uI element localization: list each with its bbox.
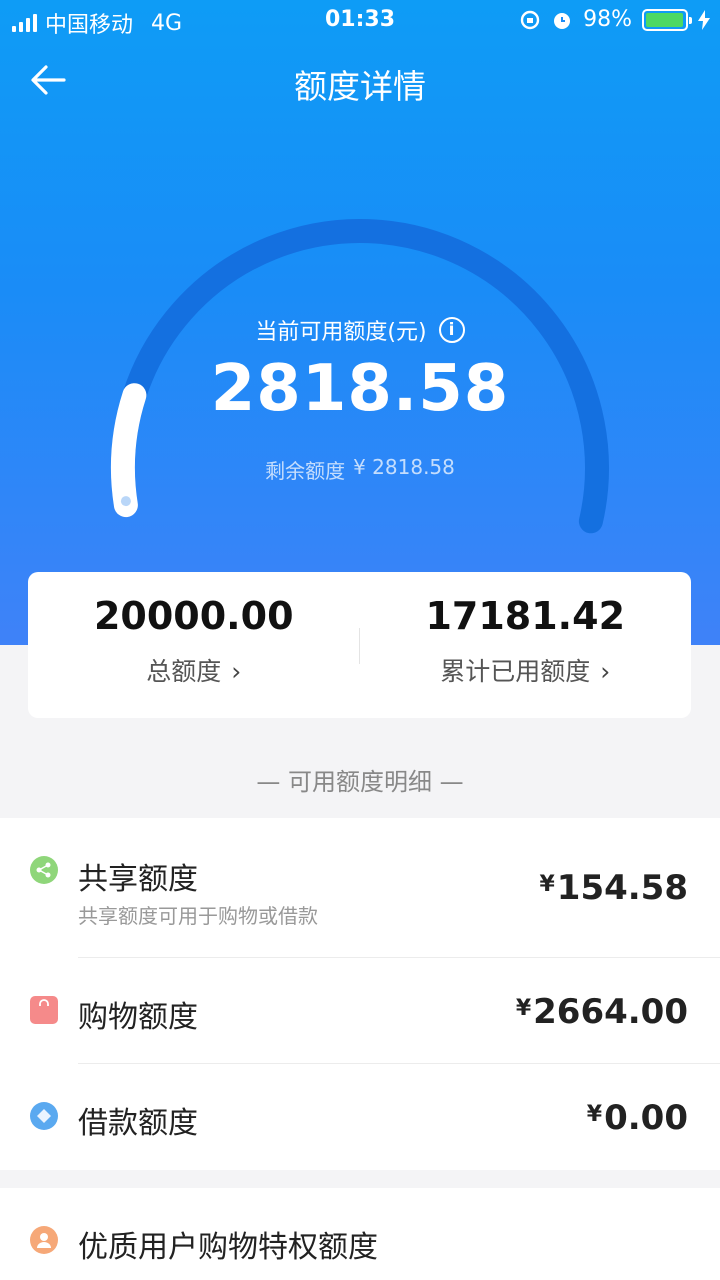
- loan-credit-value: 0.00: [604, 1098, 688, 1138]
- shopping-credit-amount: ¥2664.00: [516, 992, 688, 1032]
- shopping-bag-icon: [30, 996, 58, 1024]
- chevron-right-icon: ›: [600, 657, 611, 686]
- shopping-credit-value: 2664.00: [533, 992, 688, 1032]
- shopping-credit-name: 购物额度: [78, 1000, 198, 1035]
- total-credit-value: 20000.00: [93, 594, 294, 638]
- loan-credit-amount: ¥0.00: [587, 1098, 688, 1138]
- credit-detail-list: 共享额度 共享额度可用于购物或借款 ¥154.58 购物额度 ¥2664.00 …: [0, 818, 720, 1170]
- used-credit-link[interactable]: 17181.42 累计已用额度 ›: [360, 572, 692, 718]
- privilege-credit-list: 优质用户购物特权额度: [0, 1188, 720, 1280]
- remaining-credit: 剩余额度 ¥ 2818.58: [0, 455, 720, 484]
- chevron-right-icon: ›: [231, 657, 242, 686]
- used-credit-label: 累计已用额度: [440, 657, 591, 686]
- used-credit-label-row: 累计已用额度 ›: [360, 652, 692, 688]
- gauge-end-dot: [120, 496, 131, 507]
- currency-symbol: ¥: [539, 872, 555, 897]
- currency-symbol: ¥: [515, 996, 532, 1021]
- total-credit-link[interactable]: 20000.00 总额度 ›: [28, 572, 360, 718]
- info-icon[interactable]: i: [438, 317, 465, 343]
- list-item-privilege-credit[interactable]: 优质用户购物特权额度: [0, 1188, 720, 1280]
- section-title: — 可用额度明细 —: [256, 768, 464, 796]
- currency-symbol: ¥: [586, 1102, 603, 1127]
- loan-credit-name: 借款额度: [78, 1106, 198, 1141]
- shared-credit-name: 共享额度: [78, 862, 198, 897]
- shared-credit-amount: ¥154.58: [539, 868, 688, 908]
- list-item-shopping-credit[interactable]: 购物额度 ¥2664.00: [0, 958, 720, 1064]
- gauge-label: 当前可用额度(元) i: [0, 314, 720, 346]
- privilege-credit-name: 优质用户购物特权额度: [78, 1230, 378, 1265]
- remaining-credit-value: ¥ 2818.58: [353, 455, 455, 479]
- list-item-shared-credit[interactable]: 共享额度 共享额度可用于购物或借款 ¥154.58: [0, 818, 720, 958]
- total-credit-label-row: 总额度 ›: [28, 652, 360, 688]
- available-credit-label: 当前可用额度(元): [255, 320, 427, 345]
- credit-summary-card: 20000.00 总额度 › 17181.42 累计已用额度 ›: [28, 572, 691, 718]
- user-icon: [30, 1226, 58, 1254]
- diamond-icon: [30, 1102, 58, 1130]
- shared-credit-value: 154.58: [556, 868, 688, 908]
- shared-credit-desc: 共享额度可用于购物或借款: [78, 904, 318, 928]
- remaining-credit-label: 剩余额度: [265, 459, 346, 483]
- used-credit-value: 17181.42: [425, 594, 626, 638]
- available-credit-amount: 2818.58: [210, 352, 510, 426]
- list-item-loan-credit[interactable]: 借款额度 ¥0.00: [0, 1064, 720, 1170]
- total-credit-label: 总额度: [146, 657, 222, 686]
- share-icon: [30, 856, 58, 884]
- summary-divider: [359, 628, 360, 664]
